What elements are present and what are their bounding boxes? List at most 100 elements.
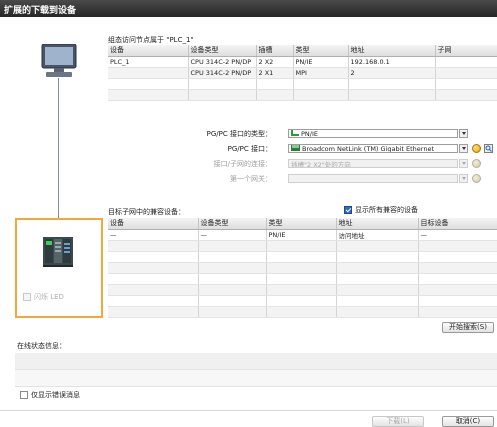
pgpc-type-label: PG/PC 接口的类型：	[206, 130, 272, 138]
config-table-row[interactable]: CPU 314C-2 PN/DP 2 X1 MPI 2	[108, 67, 497, 79]
pgpc-interface-dropdown-button[interactable]	[459, 144, 468, 153]
target-table-column-header[interactable]: 类型	[266, 218, 337, 230]
target-table-cell	[198, 251, 267, 263]
config-table-cell	[256, 78, 294, 90]
config-table-column-header[interactable]: 类型	[293, 45, 349, 57]
config-table-cell: CPU 314C-2 PN/DP	[188, 56, 257, 68]
config-table-cell	[435, 78, 497, 90]
show-all-checkbox[interactable]	[344, 206, 352, 214]
target-table-cell	[336, 306, 419, 318]
target-table-cell	[108, 306, 199, 318]
config-table-cell: PN/IE	[293, 56, 349, 68]
network-link-line	[58, 78, 59, 218]
target-table-column-header[interactable]: 地址	[336, 218, 419, 230]
target-table-row[interactable]	[108, 295, 497, 307]
error-only-label: 仅显示错误消息	[31, 391, 80, 399]
target-table-row[interactable]: — — PN/IE 访问地址 —	[108, 229, 497, 241]
config-table-column-header[interactable]: 子网	[435, 45, 497, 57]
footer-divider	[0, 410, 497, 411]
config-table-row[interactable]	[108, 89, 497, 101]
flash-led-checkbox[interactable]	[23, 293, 31, 301]
interface-properties-icon[interactable]	[472, 144, 481, 153]
target-table-cell	[266, 240, 337, 252]
config-table-cell: MPI	[293, 67, 349, 79]
error-only-toggle[interactable]: 仅显示错误消息	[20, 390, 80, 400]
target-table-row[interactable]	[108, 251, 497, 263]
subnet-connection-select[interactable]: 插槽"2 X2"处的方向	[288, 159, 458, 168]
target-table-cell: 访问地址	[336, 229, 419, 241]
config-table-cell	[108, 67, 189, 79]
gateway-properties-icon[interactable]	[472, 174, 481, 183]
plc-device-icon	[43, 234, 73, 270]
error-only-checkbox[interactable]	[20, 391, 28, 399]
load-button[interactable]: 下载(L)	[372, 416, 424, 427]
show-all-label: 显示所有兼容的设备	[355, 206, 418, 214]
pc-monitor-icon	[40, 43, 78, 80]
interface-diagnostics-icon[interactable]	[484, 144, 493, 153]
target-table-cell	[198, 295, 267, 307]
target-table-cell	[198, 240, 267, 252]
online-status-list	[15, 353, 497, 387]
pgpc-interface-label: PG/PC 接口：	[227, 145, 272, 153]
target-table-cell	[266, 262, 337, 274]
target-table-cell	[418, 273, 497, 285]
config-table-cell	[293, 78, 349, 90]
target-table-cell	[336, 284, 419, 296]
target-table-cell	[108, 240, 199, 252]
first-gateway-label: 第一个网关：	[230, 175, 272, 183]
config-table-column-header[interactable]: 设备类型	[188, 45, 257, 57]
subnet-connection-label: 接口/子网的连接：	[213, 160, 272, 168]
first-gateway-select[interactable]	[288, 174, 458, 183]
target-table-row[interactable]	[108, 306, 497, 318]
target-table-column-header[interactable]: 设备	[108, 218, 199, 230]
config-table-cell: 2 X2	[256, 56, 294, 68]
config-table-column-header[interactable]: 设备	[108, 45, 189, 57]
cancel-button[interactable]: 取消(C)	[442, 416, 494, 427]
config-table-cell: 2 X1	[256, 67, 294, 79]
target-table-row[interactable]	[108, 240, 497, 252]
config-table-cell	[108, 89, 189, 101]
pgpc-interface-select[interactable]: Broadcom NetLink (TM) Gigabit Ethernet	[288, 144, 458, 153]
config-table-column-header[interactable]: 地址	[348, 45, 436, 57]
target-table-cell	[108, 251, 199, 263]
config-table: 设备 设备类型 插槽 类型 地址 子网 PLC_1 CPU 314C-2 PN/DP 2 X2…	[108, 45, 497, 101]
target-table-row[interactable]	[108, 273, 497, 285]
subnet-properties-icon[interactable]	[472, 159, 481, 168]
config-table-column-header[interactable]: 插槽	[256, 45, 294, 57]
first-gateway-dropdown-button[interactable]	[459, 174, 468, 183]
target-table-column-header[interactable]: 设备类型	[198, 218, 267, 230]
show-all-compatible-toggle[interactable]: 显示所有兼容的设备	[344, 205, 418, 215]
target-table-column-header[interactable]: 目标设备	[418, 218, 497, 230]
config-table-cell	[188, 89, 257, 101]
flash-led-toggle[interactable]: 闪烁 LED	[23, 292, 64, 302]
config-table-caption: 组态访问节点属于 "PLC_1"	[108, 36, 194, 44]
start-search-button[interactable]: 开始搜索(S)	[442, 322, 494, 333]
pgpc-type-select[interactable]: PN/IE	[288, 129, 458, 138]
config-table-cell	[435, 56, 497, 68]
target-table-cell	[336, 262, 419, 274]
subnet-connection-value: 插槽"2 X2"处的方向	[291, 160, 351, 168]
config-table-cell	[348, 89, 436, 101]
subnet-connection-dropdown-button[interactable]	[459, 159, 468, 168]
target-table-cell	[108, 262, 199, 274]
config-table-cell	[188, 78, 257, 90]
target-table: 设备 设备类型 类型 地址 目标设备 — — PN/IE 访问地址 —	[108, 218, 497, 318]
config-table-row[interactable]: PLC_1 CPU 314C-2 PN/DP 2 X2 PN/IE 192.168.0.…	[108, 56, 497, 68]
config-table-cell	[256, 89, 294, 101]
target-table-cell	[108, 295, 199, 307]
target-table-cell	[198, 284, 267, 296]
pgpc-type-dropdown-button[interactable]	[459, 129, 468, 138]
config-table-cell: PLC_1	[108, 56, 189, 68]
target-table-cell: —	[418, 229, 497, 241]
config-table-cell	[435, 67, 497, 79]
target-table-cell	[266, 251, 337, 263]
config-table-cell: 2	[348, 67, 436, 79]
target-table-cell	[418, 284, 497, 296]
target-table-cell	[336, 251, 419, 263]
target-table-cell	[266, 306, 337, 318]
target-table-row[interactable]	[108, 284, 497, 296]
config-table-row[interactable]	[108, 78, 497, 90]
target-table-row[interactable]	[108, 262, 497, 274]
window-title: 扩展的下载到设备	[0, 0, 497, 17]
target-table-cell	[418, 262, 497, 274]
